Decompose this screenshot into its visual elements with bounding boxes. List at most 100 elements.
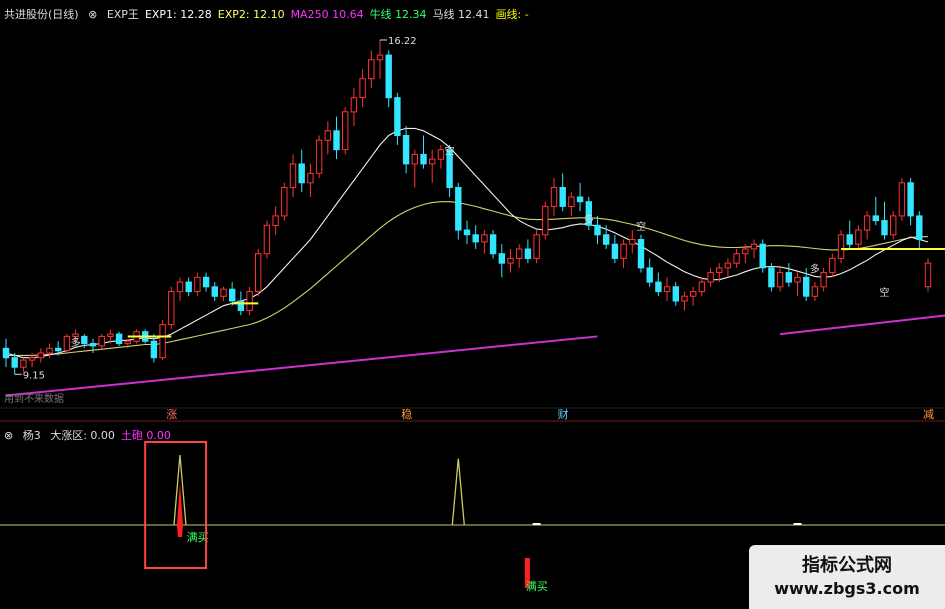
candle-body [107, 333, 114, 338]
candle-body [315, 139, 323, 174]
candle-body [924, 262, 932, 288]
candle-body [437, 149, 445, 160]
candle-body [837, 234, 845, 259]
candle-body [794, 276, 801, 283]
candle-body [115, 333, 123, 345]
candle-body [716, 267, 723, 274]
candle-body [820, 272, 827, 288]
ma250-line [780, 314, 945, 336]
candle-body [698, 281, 706, 293]
candle-body [46, 347, 53, 354]
candle-body [376, 54, 384, 61]
watermark-title: 指标公式网 [802, 555, 892, 576]
candle-body [533, 234, 540, 259]
signal-label: 空 [636, 220, 646, 233]
candle-body [672, 286, 679, 302]
candle-body [846, 234, 853, 245]
candle-body [550, 187, 558, 207]
candle-body [324, 130, 332, 141]
indicator-bar [176, 483, 183, 537]
candle-body [298, 163, 305, 184]
sub-item: 土砲 0.00 [120, 429, 171, 442]
candle-body [37, 352, 44, 359]
candle-body [63, 335, 71, 352]
candle-body [342, 111, 349, 151]
candle-body [98, 335, 105, 347]
candle-body [2, 347, 10, 359]
candle-body [742, 248, 749, 255]
candle-body [333, 130, 340, 151]
candle-body [429, 158, 436, 165]
candle-body [289, 163, 297, 188]
candle-body [872, 215, 879, 222]
candle-body [620, 243, 627, 259]
candle-body [776, 272, 784, 288]
timeline-marker: 涨 [166, 408, 177, 421]
candle-body [263, 224, 271, 255]
candle-body [202, 276, 210, 288]
candle-body [55, 347, 62, 352]
candle-body [411, 153, 419, 165]
candle-body [72, 333, 79, 338]
gear-icon[interactable]: ⊗ [88, 8, 97, 21]
candle-body [498, 253, 506, 264]
watermark-url: www.zbgs3.com [774, 579, 920, 598]
candle-body [576, 196, 584, 203]
candle-body [829, 257, 836, 274]
candle-body [359, 78, 366, 99]
indicator-spike [451, 458, 465, 526]
candle-body [507, 257, 514, 264]
candle-body [603, 234, 610, 245]
sub-indicator-title: 杨3 [22, 429, 41, 442]
candle-body [542, 205, 549, 236]
indicator-values: EXP王 EXP1: 12.28 EXP2: 12.10 MA250 10.64 牛线 … [107, 8, 535, 21]
candle-body [768, 267, 775, 288]
candle-body [81, 335, 88, 344]
gear-icon[interactable]: ⊗ [4, 429, 13, 442]
candle-body [663, 286, 671, 292]
candle-body [463, 229, 471, 236]
candle-body [611, 243, 619, 259]
candle-body [455, 187, 462, 231]
candle-body [28, 357, 36, 361]
header-item: 画线: - [495, 8, 529, 21]
candle-body [707, 272, 714, 283]
timeline-marker: 财 [558, 407, 569, 421]
header-item: 马线 12.41 [432, 8, 490, 21]
candle-body [168, 291, 175, 326]
candle-body [646, 267, 653, 283]
signal-label: 多 [810, 263, 820, 276]
signal-label: 空 [445, 144, 455, 157]
candle-body [750, 243, 758, 250]
candle-body [855, 229, 862, 245]
candle-body [863, 215, 871, 231]
sub-item: 大涨区: 0.00 [50, 429, 115, 442]
candle-body [20, 359, 27, 368]
candle-body [272, 215, 279, 226]
candle-body [724, 262, 732, 269]
chart-screen: 16.229.15多空多空多空多空高点卖高点卖用到不来数据涨稳财减预跌满买满买满… [0, 0, 945, 609]
candle-body [394, 97, 401, 136]
candle-body [194, 276, 201, 292]
candle-body [176, 281, 184, 293]
candle-body [759, 243, 766, 269]
candle-body [229, 288, 236, 302]
candle-body [811, 286, 819, 297]
candle-body [150, 340, 158, 359]
candle-body [481, 234, 488, 243]
candle-body [281, 187, 288, 217]
candle-body [307, 172, 314, 184]
candle-body [420, 153, 427, 165]
sub-indicator-values: 大涨区: 0.00 土砲 0.00 [50, 429, 177, 442]
watermark-badge: 指标公式网 www.zbgs3.com [749, 545, 945, 609]
signal-label: 多 [71, 336, 81, 349]
data-note: 用到不来数据 [4, 392, 64, 405]
candle-body [89, 343, 97, 347]
candle-body [881, 220, 888, 236]
stock-title: 共进股份(日线) [4, 8, 79, 21]
price-label: 9.15 [23, 370, 45, 381]
sub-chart-header: ⊗ 杨3 大涨区: 0.00 土砲 0.00 [4, 427, 183, 443]
signal-label: 空 [880, 286, 890, 299]
kline-plot[interactable]: 16.229.15多空多空多空多空高点卖高点卖用到不来数据涨稳财减预跌满买满买满… [0, 0, 945, 609]
candle-body [655, 281, 662, 293]
